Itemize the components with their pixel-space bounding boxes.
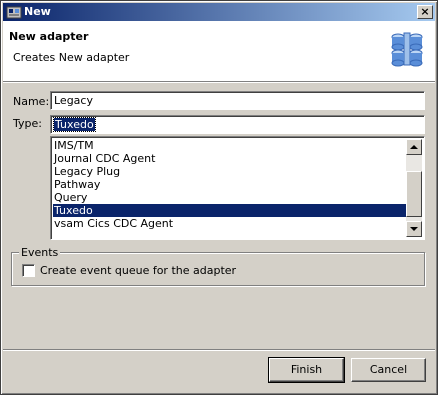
close-icon: × <box>420 5 430 18</box>
list-item[interactable]: Query <box>53 191 409 204</box>
create-event-queue-label[interactable]: Create event queue for the adapter <box>40 264 236 277</box>
new-dialog: New × New adapter Creates New adapter Na… <box>0 0 438 395</box>
title-bar[interactable]: New × <box>3 3 435 21</box>
scroll-down-button[interactable] <box>406 221 422 237</box>
events-legend: Events <box>19 246 61 259</box>
list-item[interactable]: Tuxedo <box>53 204 409 217</box>
type-list-items: IMS/TM Journal CDC Agent Legacy Plug Pat… <box>53 139 409 230</box>
scroll-up-button[interactable] <box>406 139 422 155</box>
banner-title: New adapter <box>9 30 89 43</box>
window-title: New <box>24 5 51 18</box>
footer-separator <box>3 349 435 351</box>
type-list[interactable]: IMS/TM Journal CDC Agent Legacy Plug Pat… <box>50 136 425 240</box>
name-field[interactable]: Legacy <box>50 91 425 110</box>
list-item[interactable]: Pathway <box>53 178 409 191</box>
adapter-cylinders-icon <box>391 32 423 67</box>
list-item[interactable]: Journal CDC Agent <box>53 152 409 165</box>
type-field-value: Tuxedo <box>53 117 96 132</box>
scroll-thumb[interactable] <box>406 171 422 217</box>
list-item[interactable]: vsam Cics CDC Agent <box>53 217 409 230</box>
wizard-banner: New adapter Creates New adapter <box>3 21 435 81</box>
close-button[interactable]: × <box>417 5 433 19</box>
type-field[interactable]: Tuxedo <box>50 115 425 134</box>
finish-button[interactable]: Finish <box>268 357 345 383</box>
create-event-queue-checkbox[interactable] <box>22 264 35 277</box>
arrow-down-icon <box>410 227 418 231</box>
cancel-button[interactable]: Cancel <box>351 358 426 382</box>
banner-separator <box>3 81 435 83</box>
type-label: Type: <box>13 117 42 130</box>
type-list-scrollbar[interactable] <box>406 139 422 237</box>
banner-description: Creates New adapter <box>13 51 130 64</box>
list-item[interactable]: Legacy Plug <box>53 165 409 178</box>
arrow-up-icon <box>410 145 418 149</box>
app-icon <box>6 6 22 19</box>
list-item[interactable]: IMS/TM <box>53 139 409 152</box>
name-label: Name: <box>13 95 50 108</box>
